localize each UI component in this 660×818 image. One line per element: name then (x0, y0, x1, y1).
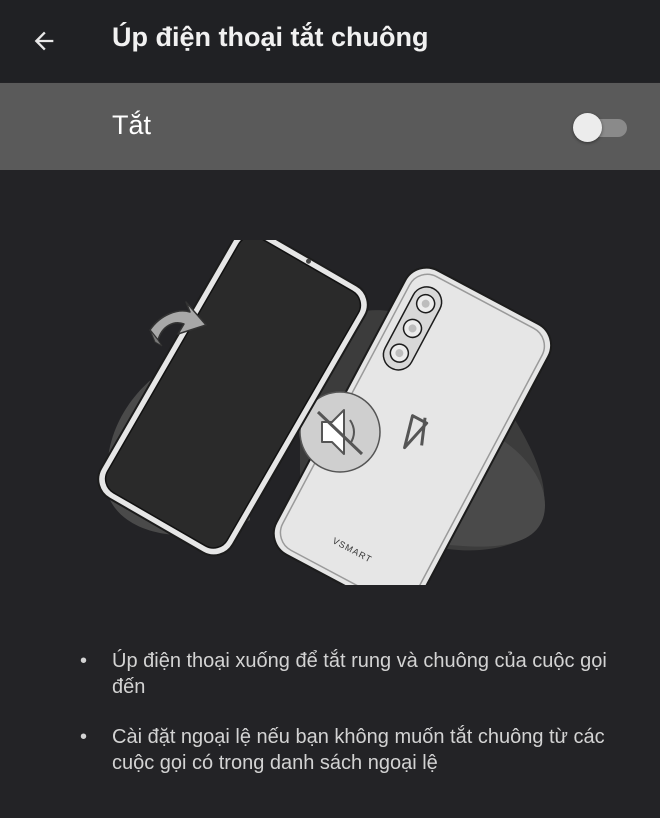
bullet-dot-icon: • (80, 726, 88, 748)
toggle-label: Tắt (112, 110, 152, 140)
settings-screen: Úp điện thoại tắt chuông Tắt VSMART • Úp… (0, 0, 660, 818)
app-bar: Úp điện thoại tắt chuông (0, 0, 660, 82)
page-title: Úp điện thoại tắt chuông (112, 22, 429, 52)
bullet-dot-icon: • (80, 650, 88, 672)
bullet-text: Úp điện thoại xuống để tắt rung và chuôn… (112, 650, 607, 698)
bullet-item: • Úp điện thoại xuống để tắt rung và chu… (0, 648, 660, 700)
flip-phone-illustration: VSMART (97, 240, 553, 585)
arrow-back-icon (34, 31, 54, 51)
bullet-item: • Cài đặt ngoại lệ nếu bạn không muốn tắ… (0, 724, 660, 776)
flip-to-silence-toggle-row[interactable]: Tắt (0, 83, 660, 170)
info-bullets: • Úp điện thoại xuống để tắt rung và chu… (0, 648, 660, 800)
back-button[interactable] (20, 17, 68, 65)
flip-to-silence-switch[interactable] (573, 113, 629, 142)
switch-thumb (573, 113, 602, 142)
bullet-text: Cài đặt ngoại lệ nếu bạn không muốn tắt … (112, 726, 605, 774)
